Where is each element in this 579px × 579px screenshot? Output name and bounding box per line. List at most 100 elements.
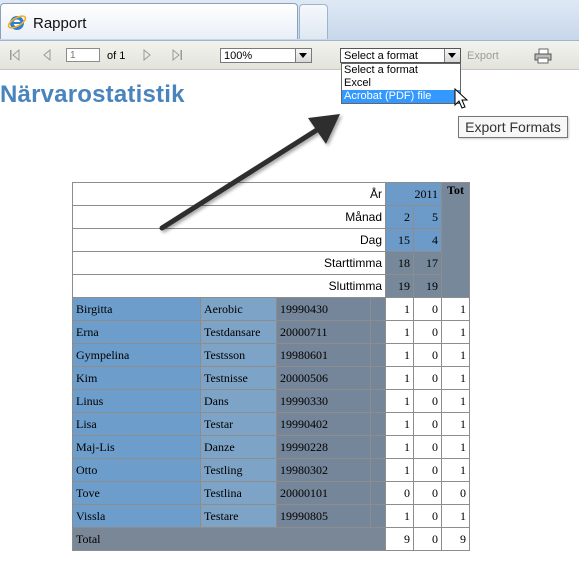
value-cell: 0 [413, 458, 442, 482]
date-cell: 19990430 [276, 297, 371, 321]
row-total-cell: 1 [441, 297, 470, 321]
table-row: Lisa Testar 19990402 1 0 1 [72, 412, 470, 436]
date-cell: 19980302 [276, 458, 371, 482]
header-label: Sluttimma [72, 274, 386, 298]
activity-cell: Aerobic [200, 297, 277, 321]
name-cell: Gympelina [72, 343, 201, 367]
annotation-arrow-icon [159, 114, 340, 231]
value-cell: 1 [385, 320, 414, 344]
page-count: of 1 [107, 50, 126, 62]
spacer-cell [370, 320, 386, 344]
name-cell: Erna [72, 320, 201, 344]
table-row: Tove Testlina 20000101 0 0 0 [72, 481, 470, 505]
name-cell: Birgitta [72, 297, 201, 321]
name-cell: Linus [72, 389, 201, 413]
spacer-cell [370, 458, 386, 482]
start-hour-cell: 17 [413, 251, 442, 275]
month-cell: 5 [413, 205, 442, 229]
row-total-cell: 1 [441, 412, 470, 436]
value-cell: 0 [385, 481, 414, 505]
activity-cell: Testlina [200, 481, 277, 505]
date-cell: 19980601 [276, 343, 371, 367]
value-cell: 0 [413, 297, 442, 321]
value-cell: 1 [385, 366, 414, 390]
day-cell: 15 [385, 228, 414, 252]
next-page-icon[interactable] [142, 49, 152, 61]
table-row: Vissla Testare 19990805 1 0 1 [72, 504, 470, 528]
chevron-down-icon[interactable] [295, 49, 311, 62]
spacer-cell [370, 481, 386, 505]
row-total-cell: 1 [441, 343, 470, 367]
value-cell: 1 [385, 458, 414, 482]
value-cell: 0 [413, 389, 442, 413]
internet-explorer-icon [7, 15, 27, 30]
spacer-cell [370, 389, 386, 413]
format-value: Select a format [344, 50, 418, 62]
end-hour-cell: 19 [385, 274, 414, 298]
activity-cell: Testnisse [200, 366, 277, 390]
row-total-cell: 1 [441, 389, 470, 413]
format-option[interactable]: Excel [342, 77, 460, 90]
new-tab-button[interactable] [299, 4, 328, 39]
value-cell: 1 [385, 343, 414, 367]
name-cell: Lisa [72, 412, 201, 436]
value-cell: 1 [385, 435, 414, 459]
spacer-cell [370, 366, 386, 390]
browser-tab-strip: Rapport [0, 0, 579, 41]
page-number-input[interactable]: 1 [66, 48, 100, 62]
date-cell: 19990402 [276, 412, 371, 436]
export-button[interactable]: Export [467, 50, 499, 62]
value-cell: 0 [413, 504, 442, 528]
browser-tab[interactable]: Rapport [0, 3, 298, 39]
activity-cell: Danze [200, 435, 277, 459]
table-row: Maj-Lis Danze 19990228 1 0 1 [72, 435, 470, 459]
header-label: Starttimma [72, 251, 386, 275]
value-cell: 0 [413, 320, 442, 344]
name-cell: Tove [72, 481, 201, 505]
activity-cell: Testar [200, 412, 277, 436]
export-format-select[interactable]: Select a format [340, 48, 461, 63]
mouse-cursor-icon [454, 88, 469, 109]
zoom-select[interactable]: 100% [220, 48, 312, 63]
value-cell: 0 [413, 343, 442, 367]
printer-icon[interactable] [534, 48, 552, 64]
prev-page-icon[interactable] [42, 49, 52, 61]
name-cell: Otto [72, 458, 201, 482]
last-page-icon[interactable] [171, 49, 183, 61]
activity-cell: Dans [200, 389, 277, 413]
value-cell: 1 [385, 504, 414, 528]
spacer-cell [370, 297, 386, 321]
row-total-cell: 1 [441, 435, 470, 459]
spacer-cell [370, 412, 386, 436]
month-cell: 2 [385, 205, 414, 229]
format-option-selected[interactable]: Acrobat (PDF) file [342, 90, 460, 103]
format-option[interactable]: Select a format [342, 64, 460, 77]
total-label: Total [72, 527, 386, 551]
format-dropdown-list: Select a format Excel Acrobat (PDF) file [341, 63, 461, 104]
activity-cell: Testsson [200, 343, 277, 367]
date-cell: 19990228 [276, 435, 371, 459]
date-cell: 20000711 [276, 320, 371, 344]
end-hour-cell: 19 [413, 274, 442, 298]
chevron-down-icon[interactable] [444, 49, 460, 62]
row-total-cell: 1 [441, 320, 470, 344]
spacer-cell [370, 504, 386, 528]
row-total-cell: 1 [441, 458, 470, 482]
tab-title: Rapport [33, 15, 87, 32]
spacer-cell [370, 343, 386, 367]
grand-total-cell: 9 [441, 527, 470, 551]
date-cell: 20000506 [276, 366, 371, 390]
value-cell: 1 [385, 389, 414, 413]
name-cell: Kim [72, 366, 201, 390]
first-page-icon[interactable] [9, 49, 21, 61]
name-cell: Maj-Lis [72, 435, 201, 459]
value-cell: 0 [413, 481, 442, 505]
total-value-cell: 9 [385, 527, 414, 551]
table-row: Erna Testdansare 20000711 1 0 1 [72, 320, 470, 344]
value-cell: 1 [385, 297, 414, 321]
table-row: Kim Testnisse 20000506 1 0 1 [72, 366, 470, 390]
table-row: Gympelina Testsson 19980601 1 0 1 [72, 343, 470, 367]
export-formats-tooltip: Export Formats [458, 116, 568, 138]
activity-cell: Testdansare [200, 320, 277, 344]
start-hour-cell: 18 [385, 251, 414, 275]
